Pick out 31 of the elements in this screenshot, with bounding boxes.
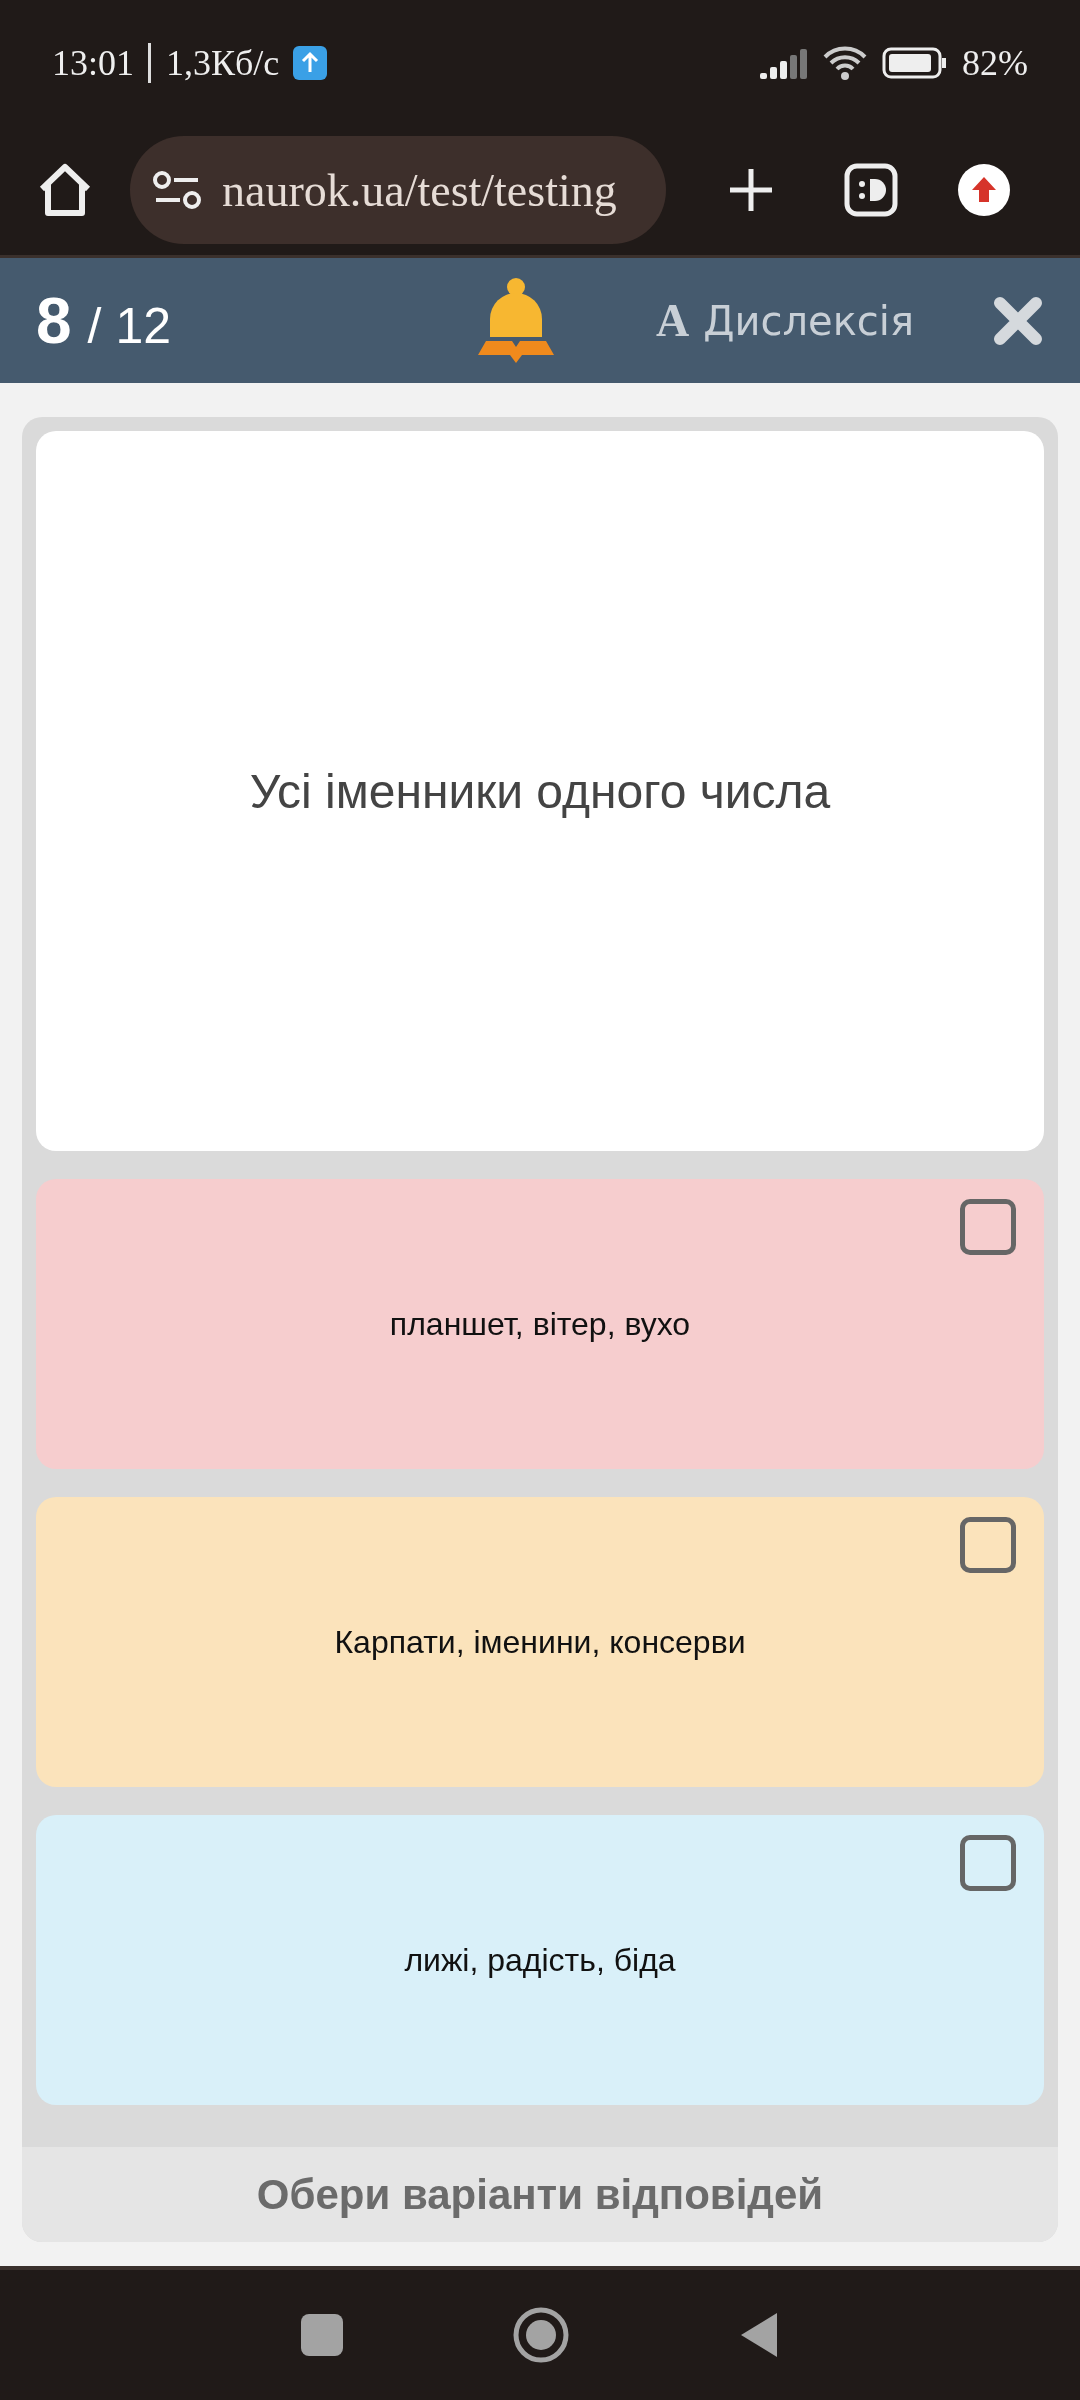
home-button-icon[interactable] <box>513 2307 569 2363</box>
close-icon[interactable] <box>992 294 1044 347</box>
answer-option[interactable]: лижі, радість, біда <box>36 1815 1044 2105</box>
battery-percent: 82% <box>962 41 1028 84</box>
answer-checkbox[interactable] <box>960 1835 1016 1891</box>
answer-option[interactable]: планшет, вітер, вухо <box>36 1179 1044 1469</box>
question-total: / 12 <box>87 296 171 355</box>
answer-option[interactable]: Карпати, іменини, консерви <box>36 1497 1044 1787</box>
tabs-icon[interactable] <box>844 163 898 217</box>
battery-icon <box>882 46 948 79</box>
answer-checkbox[interactable] <box>960 1517 1016 1573</box>
upload-icon <box>293 45 328 80</box>
address-bar[interactable]: naurok.ua/test/testing <box>130 136 666 244</box>
answer-checkbox[interactable] <box>960 1199 1016 1255</box>
answer-text: планшет, вітер, вухо <box>389 1305 691 1343</box>
dyslexia-toggle[interactable]: A Дислексія <box>656 294 914 347</box>
update-icon[interactable] <box>958 164 1010 216</box>
site-settings-icon[interactable] <box>152 170 202 210</box>
question-number: 8 <box>36 283 72 358</box>
wifi-icon <box>822 44 868 81</box>
answer-text: Карпати, іменини, консерви <box>334 1623 746 1661</box>
signal-icon <box>760 46 808 79</box>
choose-answers-button[interactable]: Обери варіанти відповідей <box>22 2147 1058 2242</box>
network-speed: 1,3Кб/с <box>166 41 280 84</box>
answer-text: лижі, радість, біда <box>404 1941 676 1979</box>
separator-icon <box>148 42 152 83</box>
status-time: 13:01 <box>52 41 134 84</box>
question-text: Усі іменники одного числа <box>249 763 831 819</box>
back-icon[interactable] <box>739 2311 779 2359</box>
url-text: naurok.ua/test/testing <box>222 163 617 217</box>
recents-icon[interactable] <box>301 2314 343 2356</box>
